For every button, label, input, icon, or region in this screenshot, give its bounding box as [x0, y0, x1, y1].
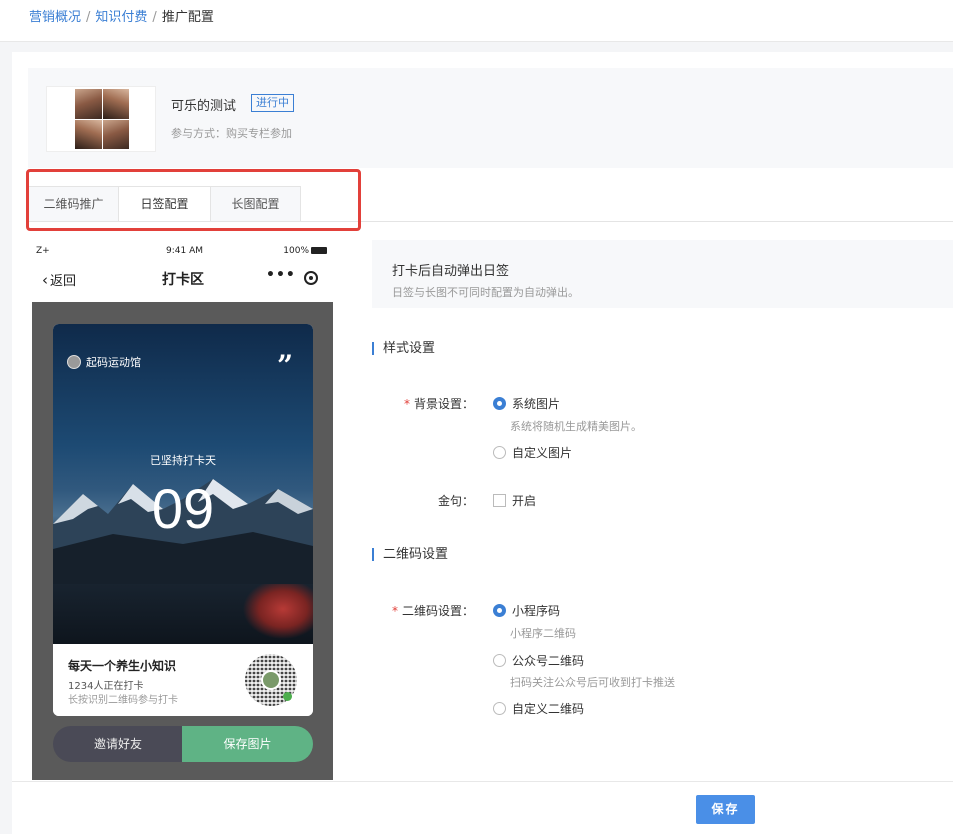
daily-sign-card: 起码运动馆 ” 已坚持打卡天 09 每天一个养生小知识 1234人正在打卡 长按… [53, 324, 313, 716]
card-background-image: 起码运动馆 ” 已坚持打卡天 09 [53, 324, 313, 644]
brand-avatar [67, 355, 81, 369]
required-mark: * [403, 397, 410, 411]
breadcrumb-knowledge-pay[interactable]: 知识付费 [95, 10, 147, 25]
phone-preview: Z+ 9:41 AM 100% ‹ 返回 打卡区 ••• 起码运动馆 ” 已坚持… [32, 238, 333, 780]
quote-mark-icon: ” [277, 349, 294, 382]
campaign-summary: 可乐的测试 进行中 参与方式：购买专栏参加 [28, 68, 953, 168]
qrcode-icon [245, 654, 297, 706]
signal-indicator: Z+ [36, 246, 50, 256]
qrcode-setting-label: * 二维码设置： [354, 602, 474, 619]
official-account-qrcode-hint: 扫码关注公众号后可收到打卡推送 [510, 676, 675, 689]
radio-mini-program-code-label: 小程序码 [512, 604, 561, 618]
check-icon [283, 692, 292, 701]
tab-daily-sign-config[interactable]: 日签配置 [118, 186, 210, 222]
auto-popup-subtitle: 日签与长图不可同时配置为自动弹出。 [392, 286, 579, 299]
breadcrumb-separator: / [86, 10, 91, 25]
mini-program-code-hint: 小程序二维码 [510, 627, 576, 640]
radio-official-account-qrcode[interactable]: 公众号二维码 [493, 652, 584, 669]
quote-enable-label: 开启 [512, 494, 537, 508]
invite-friends-button[interactable]: 邀请好友 [53, 726, 183, 762]
radio-official-account-qrcode-label: 公众号二维码 [512, 654, 585, 668]
phone-header: Z+ 9:41 AM 100% ‹ 返回 打卡区 ••• [32, 238, 333, 302]
breadcrumb-separator: / [152, 10, 157, 25]
more-icon[interactable]: ••• [266, 267, 296, 283]
qrcode-setting-text: 二维码设置： [401, 604, 474, 618]
radio-system-image-label: 系统图片 [512, 397, 561, 411]
kept-days-label: 已坚持打卡天 [150, 454, 216, 467]
tab-bar: 二维码推广 日签配置 长图配置 [28, 186, 301, 222]
tab-long-image-config[interactable]: 长图配置 [210, 186, 301, 222]
campaign-photo [75, 89, 129, 149]
page: 营销概况 / 知识付费 / 推广配置 可乐的测试 进行中 参与方式：购买专栏参加 二维码… [0, 0, 953, 834]
card-footer: 每天一个养生小知识 1234人正在打卡 长按识别二维码参与打卡 [53, 644, 313, 716]
phone-page-title: 打卡区 [162, 272, 204, 288]
breadcrumb-current: 推广配置 [161, 10, 214, 25]
radio-unchecked-icon [493, 654, 506, 667]
radio-unchecked-icon [493, 702, 506, 715]
quote-setting-label: 金句： [437, 494, 474, 508]
system-image-hint: 系统将随机生成精美图片。 [510, 420, 642, 433]
save-button[interactable]: 保存 [696, 795, 755, 824]
required-mark: * [391, 604, 398, 618]
close-miniprogram-icon[interactable] [304, 271, 318, 285]
tab-qrcode-promotion[interactable]: 二维码推广 [28, 186, 118, 222]
battery-level: 100% [283, 246, 309, 256]
radio-checked-icon [493, 604, 506, 617]
brand-label: 起码运动馆 [67, 354, 141, 370]
battery-icon [311, 247, 327, 254]
auto-popup-box: 打卡后自动弹出日签 日签与长图不可同时配置为自动弹出。 [372, 240, 953, 308]
card-footer-hint: 长按识别二维码参与打卡 [68, 695, 178, 706]
main-panel: 可乐的测试 进行中 参与方式：购买专栏参加 二维码推广 日签配置 长图配置 Z+… [12, 52, 953, 834]
brand-name: 起码运动馆 [86, 356, 141, 369]
status-bar: Z+ 9:41 AM 100% [32, 246, 333, 260]
radio-system-image[interactable]: 系统图片 [493, 395, 560, 412]
back-label: 返回 [50, 274, 77, 289]
style-settings-heading: 样式设置 [372, 342, 435, 355]
radio-custom-image[interactable]: 自定义图片 [493, 444, 572, 461]
quote-enable-checkbox[interactable]: 开启 [493, 492, 536, 509]
phone-navbar: ‹ 返回 打卡区 ••• [32, 264, 333, 294]
participation-method: 参与方式：购买专栏参加 [171, 127, 292, 140]
qrcode-center-logo [261, 670, 281, 690]
status-time: 9:41 AM [166, 246, 203, 256]
status-badge: 进行中 [251, 94, 294, 112]
background-setting-text: 背景设置： [413, 397, 474, 411]
campaign-thumbnail [46, 86, 156, 152]
breadcrumb: 营销概况 / 知识付费 / 推广配置 [0, 0, 953, 42]
footer-bar: 保存 [12, 781, 953, 834]
radio-mini-program-code[interactable]: 小程序码 [493, 602, 560, 619]
save-image-button[interactable]: 保存图片 [182, 726, 313, 762]
qrcode-settings-heading: 二维码设置 [372, 548, 448, 561]
radio-custom-qrcode-label: 自定义二维码 [512, 702, 585, 716]
card-footer-title: 每天一个养生小知识 [68, 659, 177, 673]
card-footer-count: 1234人正在打卡 [68, 681, 144, 692]
tabs-divider [28, 221, 953, 222]
radio-unchecked-icon [493, 446, 506, 459]
kept-days-count: 09 [151, 477, 215, 540]
radio-custom-image-label: 自定义图片 [512, 446, 573, 460]
campaign-title: 可乐的测试 [171, 99, 237, 114]
chevron-left-icon: ‹ [42, 271, 48, 289]
battery-indicator: 100% [283, 246, 327, 256]
back-button[interactable]: ‹ 返回 [42, 270, 76, 289]
auto-popup-title: 打卡后自动弹出日签 [392, 264, 510, 279]
background-setting-label: * 背景设置： [354, 395, 474, 412]
radio-custom-qrcode[interactable]: 自定义二维码 [493, 700, 584, 717]
radio-checked-icon [493, 397, 506, 410]
checkbox-icon [493, 494, 506, 507]
breadcrumb-marketing-overview[interactable]: 营销概况 [29, 10, 81, 25]
